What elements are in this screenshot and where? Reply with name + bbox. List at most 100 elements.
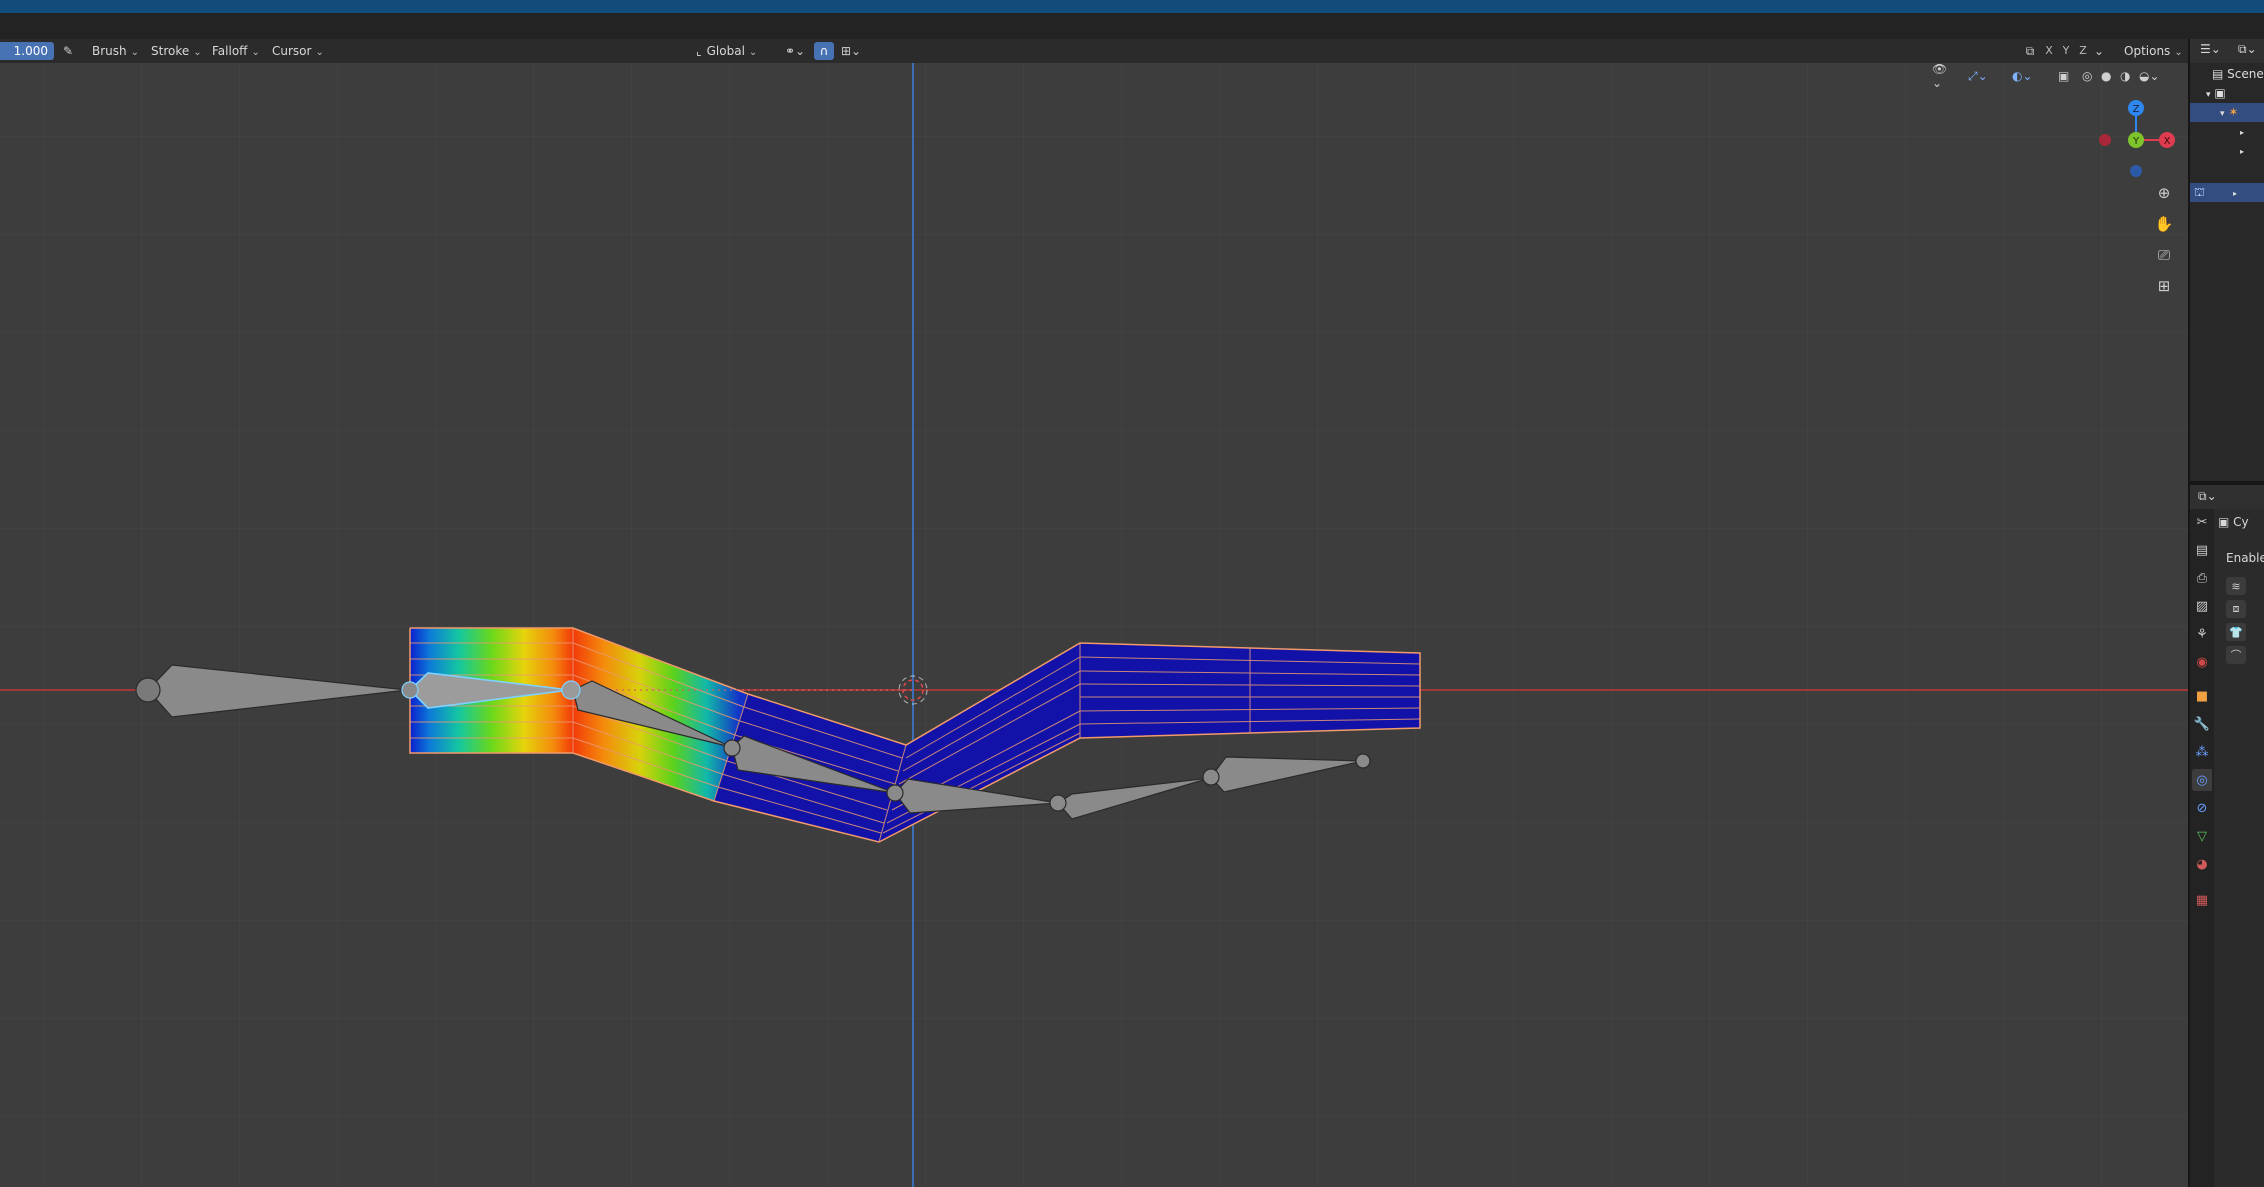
zoom-button[interactable]: ⊕ xyxy=(2152,181,2176,205)
chevron-down-icon: ⌄ xyxy=(193,47,202,58)
shading-solid[interactable]: ● xyxy=(2101,66,2111,86)
cursor-menu[interactable]: Cursor ⌄ xyxy=(266,42,330,60)
mirror-icon: ⧉ xyxy=(2025,43,2035,58)
tab-texture[interactable]: ▦ xyxy=(2192,889,2212,911)
tab-constraints[interactable]: ⊘ xyxy=(2192,797,2212,819)
tab-object[interactable]: ■ xyxy=(2192,685,2212,707)
mirror-z-toggle[interactable]: Z xyxy=(2075,42,2091,60)
falloff-menu-label: Falloff xyxy=(212,44,248,58)
tab-data[interactable]: ▽ xyxy=(2192,825,2212,847)
overlays-toggle[interactable]: ◐⌄ xyxy=(2012,66,2033,86)
falloff-menu[interactable]: Falloff ⌄ xyxy=(206,42,266,60)
object-type-icon: ▣ xyxy=(2218,515,2230,529)
mirror-x-toggle[interactable]: X xyxy=(2041,42,2057,60)
wrench-icon: 🔧 xyxy=(2193,716,2211,732)
physics-force-field-button[interactable]: ≋ xyxy=(2226,577,2246,595)
magnifier-icon: ⊕ xyxy=(2157,184,2171,202)
outliner-scene-row[interactable]: ▤ Scene xyxy=(2190,65,2264,84)
transform-orientation-dropdown[interactable]: ⌞ Global ⌄ xyxy=(690,42,763,60)
scene-icon: ▤ xyxy=(2212,67,2224,81)
viewport-canvas: Z X Y xyxy=(0,63,2188,1187)
mirror-toggle[interactable]: ⧉ xyxy=(2020,42,2040,60)
weight-strength-field[interactable]: 1.000 xyxy=(0,42,54,60)
bone-3-head xyxy=(561,680,581,700)
filter-icon[interactable]: ⧉⌄ xyxy=(2238,42,2257,57)
link-icon: ⚭⌄ xyxy=(784,44,806,58)
stroke-menu-label: Stroke xyxy=(151,44,190,58)
snap-target-dropdown[interactable]: ⊞⌄ xyxy=(836,42,866,60)
orientation-label: Global xyxy=(706,44,745,58)
outliner-mesh-row[interactable]: ⛫ ▸ xyxy=(2190,183,2264,202)
properties-panel: ⧉⌄ ✂ ▤ ⎙ ▨ ⚘ ◉ ■ 🔧 ⁂ ◎ ⊘ ▽ ◕ ▦ ▣ Cy Enab… xyxy=(2190,485,2264,1187)
outliner-panel: ☰⌄ ⧉⌄ ▤ Scene ▾ ▣ ▾ ✶ ▸ ▸ ⛫ ▸ xyxy=(2190,39,2264,481)
weight-paint-mode-icon: ⛫ xyxy=(2194,185,2206,199)
gizmo-x-label: X xyxy=(2164,136,2171,147)
tab-modifiers[interactable]: 🔧 xyxy=(2192,713,2212,735)
tab-particles[interactable]: ⁂ xyxy=(2192,741,2212,763)
force-field-icon: ≋ xyxy=(2231,579,2241,593)
tab-view-layer[interactable]: ▨ xyxy=(2192,595,2212,617)
constraint-icon: ⊘ xyxy=(2196,800,2208,816)
chevron-down-icon: ⌄ xyxy=(251,47,260,58)
chevron-down-icon: ⌄ xyxy=(2093,44,2105,58)
physics-cloth-button[interactable]: 👕 xyxy=(2226,623,2246,641)
window-title-strip xyxy=(0,0,2264,13)
image-icon: ▨ xyxy=(2195,598,2209,614)
outliner-armature-row[interactable]: ▾ ✶ xyxy=(2190,103,2264,122)
outliner-collection-row[interactable]: ▾ ▣ xyxy=(2190,84,2264,103)
shading-material[interactable]: ◑ xyxy=(2120,66,2130,86)
pivot-point-dropdown[interactable]: ⚭⌄ xyxy=(780,42,810,60)
grid-snap-icon: ⊞⌄ xyxy=(840,44,862,58)
3d-viewport[interactable]: Z X Y xyxy=(0,63,2188,1187)
outliner-child-row[interactable]: ▸ xyxy=(2190,141,2264,160)
texture-icon: ▦ xyxy=(2195,892,2209,908)
brush-menu[interactable]: Brush ⌄ xyxy=(86,42,145,60)
expand-arrow-icon: ▸ xyxy=(2240,128,2245,137)
chevron-down-icon: ⌄ xyxy=(130,47,140,58)
chevron-down-icon: ⌄ xyxy=(748,47,758,58)
visibility-dropdown[interactable]: 👁⌄ xyxy=(1932,62,1947,90)
bone-6-head xyxy=(1049,794,1067,812)
enable-label: Enable xyxy=(2226,551,2264,565)
stroke-menu[interactable]: Stroke ⌄ xyxy=(145,42,208,60)
object-name-row: ▣ Cy xyxy=(2218,515,2249,529)
outliner-child-row[interactable]: ▸ xyxy=(2190,122,2264,141)
scene-props-icon: ⚘ xyxy=(2196,626,2208,642)
physics-icon: ◎ xyxy=(2196,772,2208,788)
chevron-down-icon: ⌄ xyxy=(315,47,324,58)
physics-soft-body-button[interactable]: ⌒ xyxy=(2226,646,2246,664)
snap-toggle[interactable]: ∩ xyxy=(814,42,834,60)
tab-render[interactable]: ▤ xyxy=(2192,539,2212,561)
solid-sphere-icon: ● xyxy=(2101,69,2112,83)
gizmo-z-label: Z xyxy=(2133,104,2140,115)
editor-type-icon[interactable]: ⧉⌄ xyxy=(2198,489,2217,504)
properties-tabs: ✂ ▤ ⎙ ▨ ⚘ ◉ ■ 🔧 ⁂ ◎ ⊘ ▽ ◕ ▦ xyxy=(2190,509,2214,1187)
tab-output[interactable]: ⎙ xyxy=(2192,567,2212,589)
options-menu[interactable]: Options ⌄ xyxy=(2118,42,2189,60)
gizmo-neg-x-handle[interactable] xyxy=(2099,134,2111,146)
tab-material[interactable]: ◕ xyxy=(2192,853,2212,875)
bone-2-head xyxy=(401,681,419,699)
tab-tool[interactable]: ✂ xyxy=(2192,511,2212,533)
tab-world[interactable]: ◉ xyxy=(2192,651,2212,673)
mirror-y-toggle[interactable]: Y xyxy=(2058,42,2074,60)
gizmo-toggle[interactable]: ⤢⌄ xyxy=(1968,66,1988,86)
tab-physics[interactable]: ◎ xyxy=(2192,769,2212,791)
rendered-sphere-icon: ◒⌄ xyxy=(2139,69,2160,83)
shading-rendered[interactable]: ◒⌄ xyxy=(2139,66,2160,86)
gizmo-neg-z-handle[interactable] xyxy=(2130,165,2142,177)
xray-toggle[interactable]: ▣ xyxy=(2058,66,2069,86)
editor-type-icon[interactable]: ☰⌄ xyxy=(2200,42,2221,56)
cloth-icon: 👕 xyxy=(2229,625,2243,639)
shading-wireframe[interactable]: ◎ xyxy=(2082,66,2092,86)
expand-arrow-icon: ▾ xyxy=(2220,109,2225,119)
eye-icon: 👁⌄ xyxy=(1932,62,1948,90)
ortho-toggle-button[interactable]: ⊞ xyxy=(2152,274,2176,298)
render-icon: ▤ xyxy=(2195,542,2209,558)
mirror-dropdown[interactable]: ⌄ xyxy=(2092,42,2106,60)
tab-scene[interactable]: ⚘ xyxy=(2192,623,2212,645)
camera-view-button[interactable]: ⎚ xyxy=(2152,243,2176,267)
pan-button[interactable]: ✋ xyxy=(2152,212,2176,236)
physics-collision-button[interactable]: ⧈ xyxy=(2226,600,2246,618)
pen-pressure-toggle[interactable]: ✎ xyxy=(58,42,78,60)
